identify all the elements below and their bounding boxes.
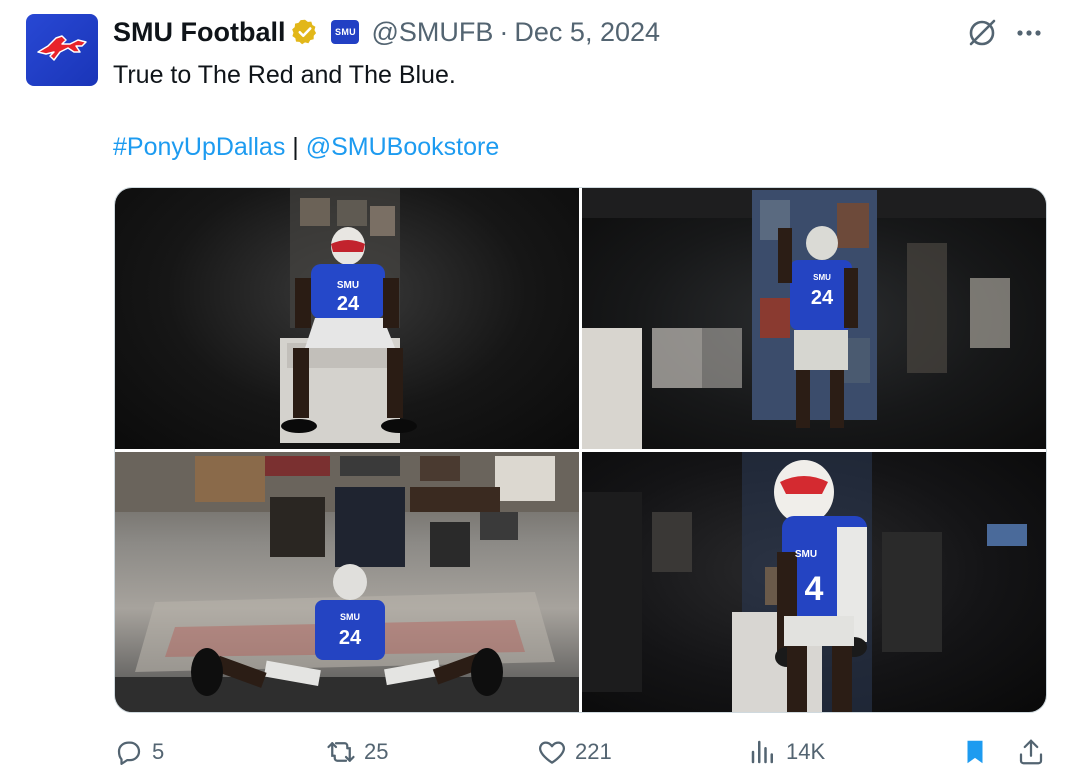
jersey-number: 24	[337, 293, 360, 315]
timestamp[interactable]: Dec 5, 2024	[514, 17, 660, 48]
display-name[interactable]: SMU Football	[113, 17, 285, 48]
heart-icon	[539, 741, 565, 764]
views-button[interactable]: 14K	[748, 730, 825, 774]
photo-2[interactable]: SMU 24	[582, 188, 1046, 449]
repost-count: 25	[364, 739, 389, 764]
jersey-text: SMU	[340, 612, 360, 622]
action-bar: 5 25 221 14K	[0, 730, 1072, 774]
views-icon	[751, 740, 773, 764]
more-options-icon[interactable]	[1012, 16, 1046, 50]
views-count: 14K	[786, 739, 826, 764]
grok-icon[interactable]	[965, 16, 999, 50]
tweet-text: True to The Red and The Blue.	[113, 61, 456, 89]
mention-link[interactable]: @SMUBookstore	[306, 133, 500, 161]
link-divider: |	[292, 133, 299, 161]
bookmark-button[interactable]	[960, 730, 998, 774]
jersey-number: 24	[811, 287, 834, 309]
separator-dot: ·	[499, 16, 509, 47]
repost-icon	[327, 742, 355, 762]
tweet-header: SMU Football SMU @SMUFB · Dec 5, 2024	[113, 14, 660, 50]
repost-button[interactable]: 25	[326, 730, 388, 774]
reply-count: 5	[152, 739, 165, 764]
hashtag-link[interactable]: #PonyUpDallas	[113, 133, 285, 161]
jersey-text: SMU	[337, 280, 359, 291]
like-count: 221	[575, 739, 612, 764]
share-button[interactable]	[1016, 730, 1054, 774]
like-button[interactable]: 221	[537, 730, 612, 774]
reply-icon	[117, 741, 141, 765]
media-grid: SMU 24 SMU 24 SMU 24 SMU 4	[114, 187, 1047, 713]
mustang-logo-icon	[37, 35, 87, 61]
jersey-number: 4	[805, 570, 824, 608]
affiliate-badge[interactable]: SMU	[331, 20, 360, 44]
photo-3[interactable]: SMU 24	[115, 452, 579, 712]
jersey-text: SMU	[813, 273, 831, 282]
jersey-text: SMU	[795, 549, 817, 560]
reply-button[interactable]: 5	[114, 730, 164, 774]
jersey-number: 24	[339, 627, 362, 649]
handle[interactable]: @SMUFB	[371, 17, 493, 48]
verified-badge-icon[interactable]	[291, 18, 319, 46]
avatar[interactable]	[26, 14, 98, 86]
share-icon	[1019, 739, 1043, 765]
bookmark-icon	[967, 740, 983, 764]
tweet-links: #PonyUpDallas | @SMUBookstore	[113, 130, 499, 164]
photo-4[interactable]: SMU 4	[582, 452, 1046, 712]
photo-1[interactable]: SMU 24	[115, 188, 579, 449]
